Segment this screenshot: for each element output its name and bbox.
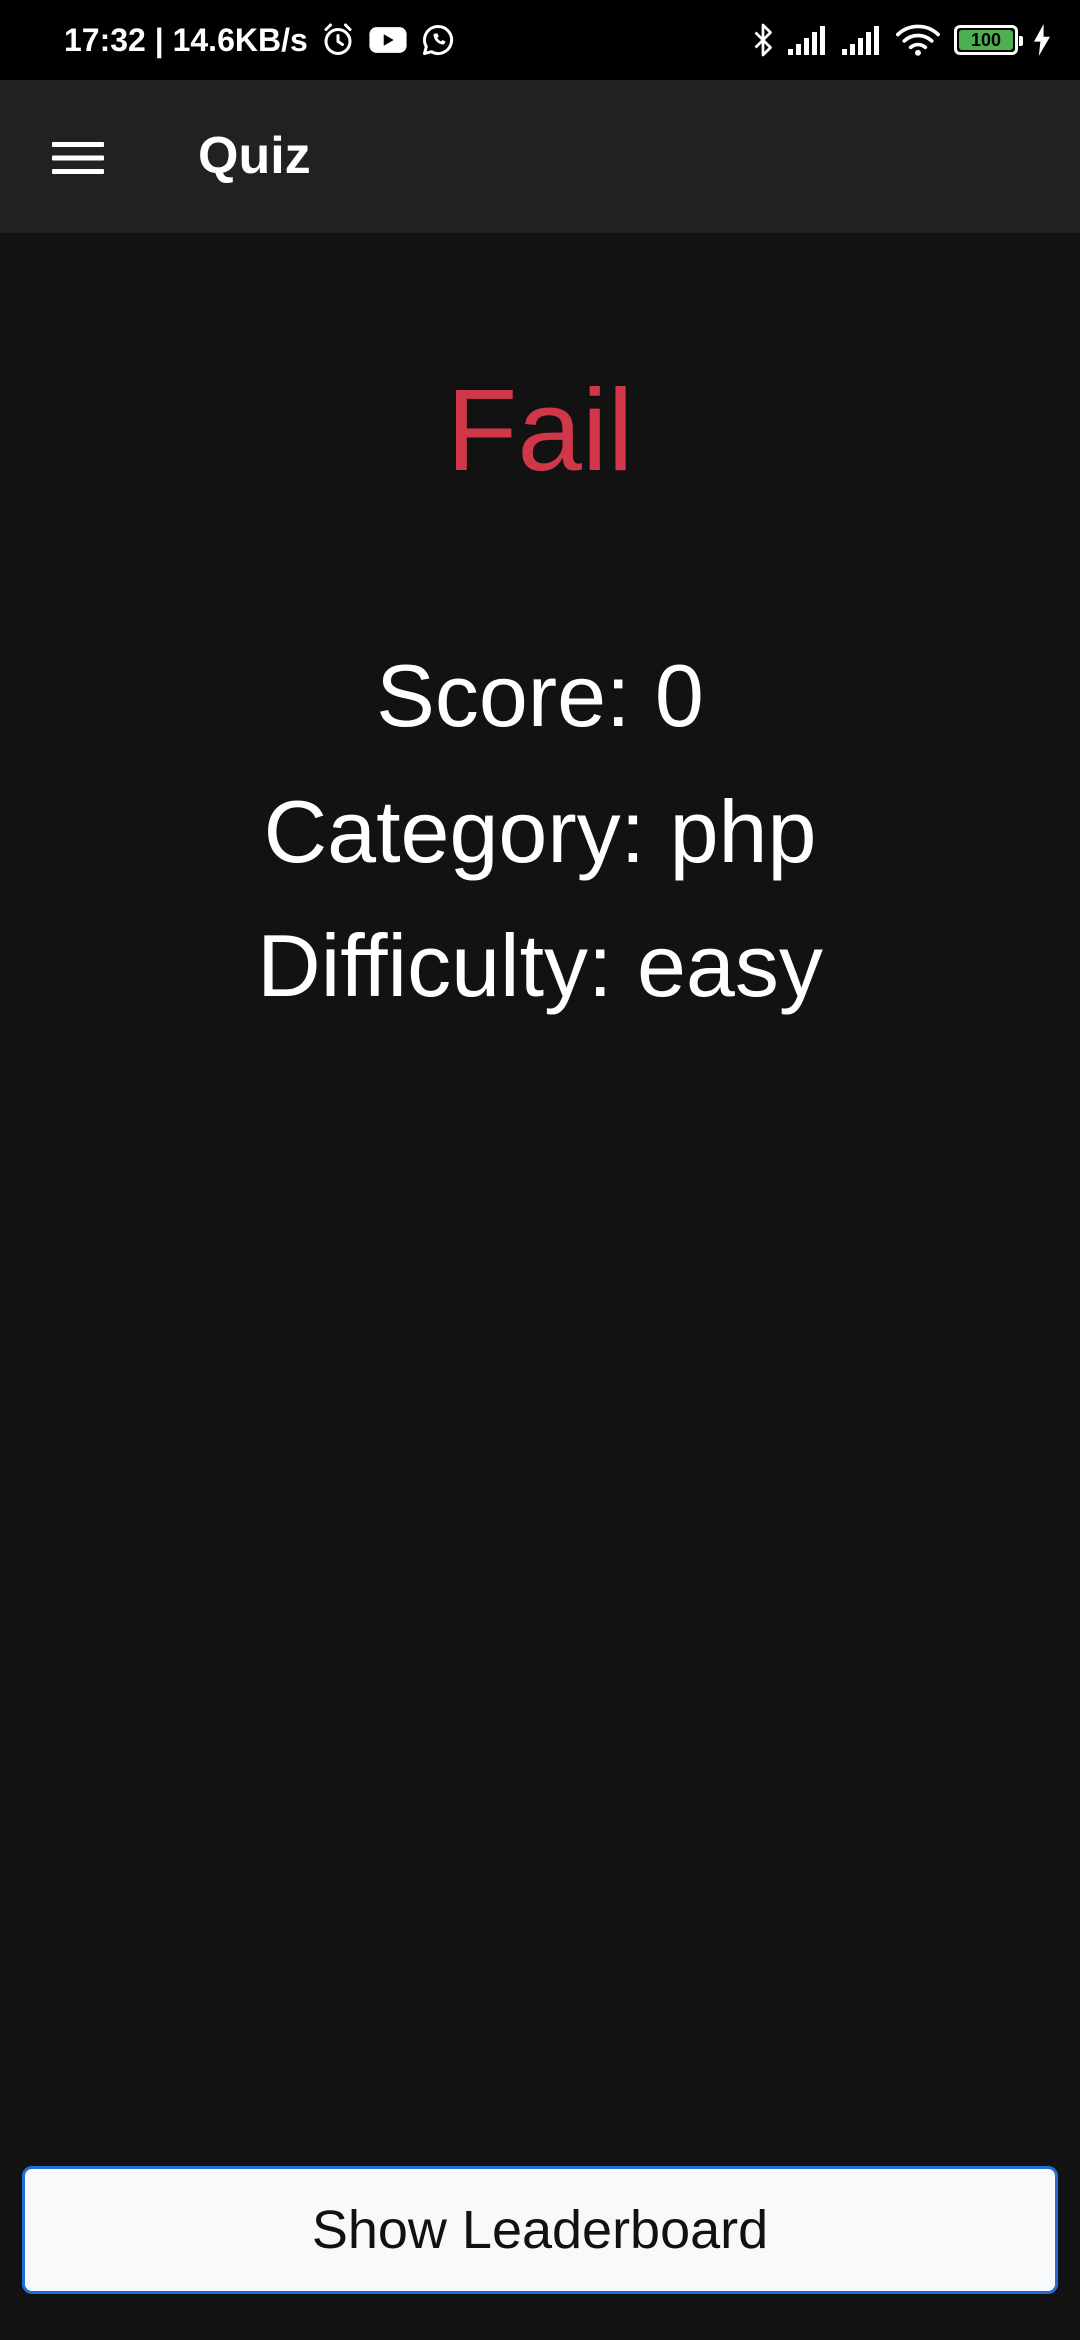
- menu-button[interactable]: [38, 122, 118, 194]
- bluetooth-icon: [752, 22, 774, 58]
- status-time-speed: 17:32 | 14.6KB/s: [64, 21, 308, 58]
- difficulty-value: easy: [636, 916, 823, 1015]
- signal-icon: [788, 25, 828, 55]
- score-value: 0: [654, 646, 704, 745]
- hamburger-menu-icon: [52, 142, 104, 174]
- app-bar: Quiz: [0, 80, 1080, 233]
- category-value: php: [669, 782, 817, 881]
- category-line: Category: php: [0, 772, 1080, 892]
- app-title: Quiz: [198, 127, 311, 185]
- whatsapp-icon: [418, 20, 458, 60]
- wifi-icon: [896, 23, 940, 57]
- status-bar-left: 17:32 | 14.6KB/s: [64, 0, 458, 80]
- battery-icon: 100: [954, 25, 1023, 55]
- status-bar: 17:32 | 14.6KB/s 100: [0, 0, 1080, 80]
- score-label: Score:: [376, 646, 655, 745]
- score-line: Score: 0: [0, 636, 1080, 756]
- charging-icon: [1032, 24, 1052, 56]
- alarm-icon: [318, 20, 358, 60]
- battery-level: 100: [959, 30, 1013, 50]
- difficulty-label: Difficulty:: [257, 916, 637, 1015]
- signal-icon: [842, 25, 882, 55]
- youtube-icon: [368, 20, 408, 60]
- category-label: Category:: [263, 782, 670, 881]
- show-leaderboard-button[interactable]: Show Leaderboard: [22, 2166, 1058, 2294]
- result-status: Fail: [446, 365, 634, 495]
- difficulty-line: Difficulty: easy: [0, 906, 1080, 1026]
- quiz-result-screen: 17:32 | 14.6KB/s 100 Quiz Fail Score: 0 …: [0, 0, 1080, 2340]
- status-bar-right: 100: [752, 0, 1052, 80]
